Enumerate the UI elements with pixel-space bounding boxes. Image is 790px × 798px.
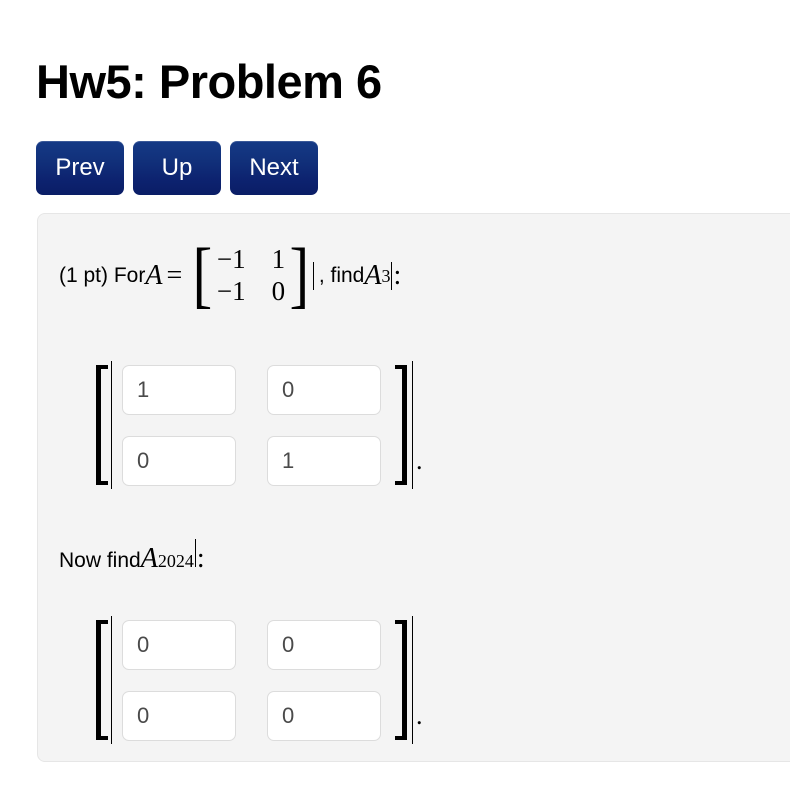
text-caret-3 bbox=[194, 539, 196, 567]
answer1-left-bracket bbox=[92, 361, 112, 489]
find-suffix-label: : bbox=[393, 259, 402, 291]
answer2-trailing-period: . bbox=[416, 701, 423, 730]
problem-panel: (1 pt) For A = [ −1 1 −1 0 ] , find A 3 … bbox=[37, 213, 790, 762]
matrix-a-display: [ −1 1 −1 0 ] bbox=[190, 233, 315, 316]
answer2-left-bracket bbox=[92, 616, 112, 744]
answer1-input-grid bbox=[122, 365, 381, 486]
answer2-input-grid bbox=[122, 620, 381, 741]
answer1-left-caret bbox=[111, 361, 112, 489]
second-prompt-label: Now find bbox=[59, 549, 141, 572]
answer2-r2c2-input[interactable] bbox=[267, 691, 381, 741]
second-prompt-suffix: : bbox=[196, 543, 205, 574]
answer2-left-caret bbox=[111, 616, 112, 744]
answer-matrix-a-2024: . bbox=[92, 616, 423, 744]
matrix-a-r2c2: 0 bbox=[271, 275, 286, 306]
answer2-right-bracket bbox=[395, 616, 413, 744]
answer1-r2c2-input[interactable] bbox=[267, 436, 381, 486]
page-title: Hw5: Problem 6 bbox=[36, 55, 382, 109]
matrix-left-bracket: [ bbox=[192, 233, 213, 316]
find-variable-label: A bbox=[364, 259, 382, 291]
next-button[interactable]: Next bbox=[230, 141, 318, 195]
matrix-a-cells: −1 1 −1 0 bbox=[215, 244, 287, 308]
answer1-r1c2-input[interactable] bbox=[267, 365, 381, 415]
matrix-a-r1c2: 1 bbox=[271, 244, 286, 274]
answer1-r1c1-input[interactable] bbox=[122, 365, 236, 415]
prev-button[interactable]: Prev bbox=[36, 141, 124, 195]
answer-matrix-a-cubed: . bbox=[92, 361, 423, 489]
matrix-a-r2c1: −1 bbox=[216, 275, 246, 306]
text-caret bbox=[312, 261, 314, 290]
answer1-right-bracket bbox=[395, 361, 413, 489]
answer2-r2c1-input[interactable] bbox=[122, 691, 236, 741]
answer1-trailing-period: . bbox=[416, 446, 423, 475]
problem-statement: (1 pt) For A = [ −1 1 −1 0 ] , find A 3 … bbox=[59, 233, 402, 316]
find-prefix-label: , find bbox=[318, 263, 365, 287]
points-label: (1 pt) For bbox=[59, 263, 146, 287]
matrix-a-r1c1: −1 bbox=[216, 244, 246, 274]
equals-sign: = bbox=[166, 259, 183, 291]
second-prompt-variable: A bbox=[140, 543, 158, 574]
matrix-variable-label: A bbox=[145, 259, 163, 291]
answer1-right-caret bbox=[412, 361, 413, 489]
up-button[interactable]: Up bbox=[133, 141, 221, 195]
text-caret-2 bbox=[391, 261, 393, 290]
answer2-right-caret bbox=[412, 616, 413, 744]
navigation-button-bar: Prev Up Next bbox=[36, 141, 318, 195]
second-prompt: Now find A 2024 : bbox=[59, 539, 205, 575]
answer2-r1c2-input[interactable] bbox=[267, 620, 381, 670]
matrix-right-bracket: ] bbox=[289, 233, 310, 316]
answer2-r1c1-input[interactable] bbox=[122, 620, 236, 670]
answer1-r2c1-input[interactable] bbox=[122, 436, 236, 486]
